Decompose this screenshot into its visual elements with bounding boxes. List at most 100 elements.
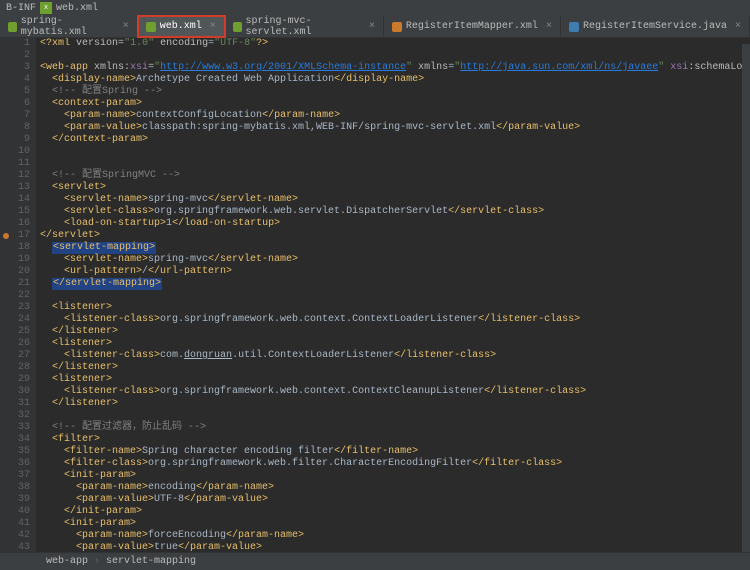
- code-line[interactable]: <servlet-mapping>: [40, 242, 750, 254]
- tab-label: spring-mvc-servlet.xml: [246, 16, 361, 38]
- code-line[interactable]: <init-param>: [40, 518, 750, 530]
- code-line[interactable]: <servlet-name>spring-mvc</servlet-name>: [40, 194, 750, 206]
- line-number: 41: [0, 518, 30, 530]
- xml-file-icon: x: [40, 2, 52, 14]
- code-line[interactable]: <url-pattern>/</url-pattern>: [40, 266, 750, 278]
- line-number: 23: [0, 302, 30, 314]
- line-number: 8: [0, 122, 30, 134]
- code-line[interactable]: </listener>: [40, 326, 750, 338]
- tab-label: RegisterItemMapper.xml: [406, 21, 538, 32]
- code-line[interactable]: </listener>: [40, 398, 750, 410]
- code-line[interactable]: <!-- 配置过滤器，防止乱码 -->: [40, 422, 750, 434]
- title-bar: B-INF x web.xml: [0, 0, 750, 16]
- code-line[interactable]: [40, 50, 750, 62]
- file-type-icon: [392, 22, 402, 32]
- code-line[interactable]: <filter-class>org.springframework.web.fi…: [40, 458, 750, 470]
- code-line[interactable]: <web-app xmlns:xsi="http://www.w3.org/20…: [40, 62, 750, 74]
- tab-spring-mvc-servlet-xml[interactable]: spring-mvc-servlet.xml ×: [225, 16, 384, 37]
- editor[interactable]: 1234567891011121314151617181920212223242…: [0, 38, 750, 562]
- file-type-icon: [146, 22, 156, 32]
- close-icon[interactable]: ×: [546, 21, 552, 32]
- tab-label: spring-mybatis.xml: [21, 16, 115, 38]
- tab-web-xml[interactable]: web.xml×: [138, 16, 225, 37]
- line-number: 4: [0, 74, 30, 86]
- code-line[interactable]: <param-name>forceEncoding</param-name>: [40, 530, 750, 542]
- code-line[interactable]: <?xml version="1.0" encoding="UTF-8"?>: [40, 38, 750, 50]
- line-number: 32: [0, 410, 30, 422]
- close-icon[interactable]: ×: [369, 21, 375, 32]
- tab-RegisterItemMapper-xml[interactable]: RegisterItemMapper.xml ×: [384, 16, 561, 37]
- code-line[interactable]: </listener>: [40, 362, 750, 374]
- code-area[interactable]: <?xml version="1.0" encoding="UTF-8"?> <…: [36, 38, 750, 562]
- line-number: 34: [0, 434, 30, 446]
- code-line[interactable]: <listener>: [40, 374, 750, 386]
- code-line[interactable]: [40, 410, 750, 422]
- code-line[interactable]: <servlet-class>org.springframework.web.s…: [40, 206, 750, 218]
- code-line[interactable]: <listener>: [40, 302, 750, 314]
- code-line[interactable]: <servlet-name>spring-mvc</servlet-name>: [40, 254, 750, 266]
- code-line[interactable]: <listener-class>org.springframework.web.…: [40, 314, 750, 326]
- line-number: 29: [0, 374, 30, 386]
- breadcrumb-root[interactable]: web-app: [46, 556, 88, 567]
- code-line[interactable]: <param-value>classpath:spring-mybatis.xm…: [40, 122, 750, 134]
- close-icon[interactable]: ×: [123, 21, 129, 32]
- code-line[interactable]: <display-name>Archetype Created Web Appl…: [40, 74, 750, 86]
- line-number: 22: [0, 290, 30, 302]
- code-line[interactable]: <param-name>contextConfigLocation</param…: [40, 110, 750, 122]
- line-number: 10: [0, 146, 30, 158]
- line-number: 40: [0, 506, 30, 518]
- code-line[interactable]: [40, 290, 750, 302]
- line-number: 38: [0, 482, 30, 494]
- line-number: 27: [0, 350, 30, 362]
- code-line[interactable]: <listener-class>com.dongruan.util.Contex…: [40, 350, 750, 362]
- editor-tab-bar: spring-mybatis.xml×web.xml×spring-mvc-se…: [0, 16, 750, 38]
- file-type-icon: [569, 22, 579, 32]
- code-line[interactable]: <init-param>: [40, 470, 750, 482]
- breadcrumb[interactable]: web-app › servlet-mapping: [0, 552, 750, 570]
- line-number: 1: [0, 38, 30, 50]
- warning-icon[interactable]: [3, 233, 9, 239]
- code-line[interactable]: <!-- 配置Spring -->: [40, 86, 750, 98]
- code-line[interactable]: </servlet-mapping>: [40, 278, 750, 290]
- vertical-scrollbar[interactable]: [742, 44, 750, 552]
- code-line[interactable]: <filter>: [40, 434, 750, 446]
- code-line[interactable]: <load-on-startup>1</load-on-startup>: [40, 218, 750, 230]
- tab-RegisterItemService-java[interactable]: RegisterItemService.java ×: [561, 16, 750, 37]
- line-number: 37: [0, 470, 30, 482]
- line-number: 36: [0, 458, 30, 470]
- code-line[interactable]: <listener-class>org.springframework.web.…: [40, 386, 750, 398]
- code-line[interactable]: <!-- 配置SpringMVC -->: [40, 170, 750, 182]
- code-line[interactable]: <param-name>encoding</param-name>: [40, 482, 750, 494]
- line-number: 11: [0, 158, 30, 170]
- code-line[interactable]: </init-param>: [40, 506, 750, 518]
- code-line[interactable]: [40, 146, 750, 158]
- line-number: 42: [0, 530, 30, 542]
- line-number: 15: [0, 206, 30, 218]
- tab-spring-mybatis-xml[interactable]: spring-mybatis.xml ×: [0, 16, 138, 37]
- code-line[interactable]: <param-value>UTF-8</param-value>: [40, 494, 750, 506]
- code-line[interactable]: <listener>: [40, 338, 750, 350]
- line-number: 5: [0, 86, 30, 98]
- file-type-icon: [233, 22, 242, 32]
- line-number: 35: [0, 446, 30, 458]
- line-number: 30: [0, 386, 30, 398]
- close-icon[interactable]: ×: [210, 21, 216, 32]
- line-number: 16: [0, 218, 30, 230]
- line-number: 12: [0, 170, 30, 182]
- line-number: 31: [0, 398, 30, 410]
- line-number: 2: [0, 50, 30, 62]
- line-number: 9: [0, 134, 30, 146]
- close-icon[interactable]: ×: [735, 21, 741, 32]
- code-line[interactable]: <filter-name>Spring character encoding f…: [40, 446, 750, 458]
- code-line[interactable]: <context-param>: [40, 98, 750, 110]
- code-line[interactable]: </servlet>: [40, 230, 750, 242]
- breadcrumb-child[interactable]: servlet-mapping: [106, 556, 196, 567]
- line-number: 24: [0, 314, 30, 326]
- code-line[interactable]: [40, 158, 750, 170]
- folder-label: B-INF: [6, 3, 36, 14]
- line-number: 39: [0, 494, 30, 506]
- line-number: 20: [0, 266, 30, 278]
- code-line[interactable]: <servlet>: [40, 182, 750, 194]
- code-line[interactable]: </context-param>: [40, 134, 750, 146]
- tab-label: RegisterItemService.java: [583, 21, 727, 32]
